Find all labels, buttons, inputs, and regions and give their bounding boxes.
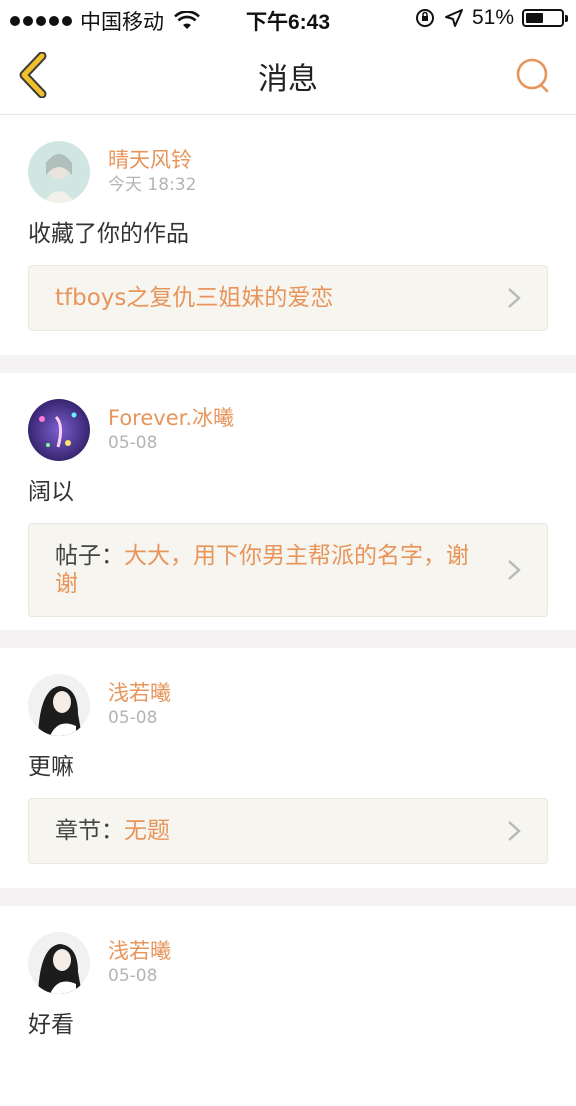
divider bbox=[0, 355, 576, 373]
linked-work-card[interactable]: tfboys之复仇三姐妹的爱恋 bbox=[28, 265, 548, 331]
username[interactable]: Forever.冰曦 bbox=[108, 405, 234, 431]
avatar[interactable] bbox=[28, 141, 90, 203]
linked-post-card[interactable]: 帖子：大大，用下你男主帮派的名字，谢谢 bbox=[28, 523, 548, 617]
avatar[interactable] bbox=[28, 674, 90, 736]
chevron-right-icon bbox=[508, 560, 521, 580]
divider bbox=[0, 630, 576, 648]
timestamp: 05-08 bbox=[108, 708, 158, 728]
username[interactable]: 浅若曦 bbox=[108, 938, 171, 964]
timestamp: 05-08 bbox=[108, 433, 158, 453]
username[interactable]: 晴天风铃 bbox=[108, 147, 196, 173]
battery-icon bbox=[522, 9, 568, 27]
search-icon[interactable] bbox=[514, 56, 552, 94]
orientation-lock-icon bbox=[415, 9, 434, 27]
location-arrow-icon bbox=[444, 9, 463, 27]
list-item: 晴天风铃 今天 18:32 收藏了你的作品 tfboys之复仇三姐妹的爱恋 bbox=[0, 115, 576, 355]
chevron-right-icon bbox=[508, 821, 521, 841]
page-title: 消息 bbox=[258, 62, 318, 97]
avatar[interactable] bbox=[28, 399, 90, 461]
message-text: 好看 bbox=[28, 1012, 74, 1038]
username[interactable]: 浅若曦 bbox=[108, 680, 171, 706]
timestamp: 05-08 bbox=[108, 966, 158, 986]
message-text: 更嘛 bbox=[28, 754, 74, 780]
list-item: 浅若曦 05-08 好看 bbox=[0, 906, 576, 1106]
message-text: 阔以 bbox=[28, 479, 74, 505]
battery-percent: 51% bbox=[471, 6, 514, 29]
navigation-bar: 消息 bbox=[0, 36, 576, 115]
divider bbox=[0, 888, 576, 906]
quote-link[interactable]: 无题 bbox=[124, 818, 170, 844]
list-item: Forever.冰曦 05-08 阔以 帖子：大大，用下你男主帮派的名字，谢谢 bbox=[0, 373, 576, 630]
message-text: 收藏了你的作品 bbox=[28, 221, 189, 247]
status-bar: 中国移动 下午6:43 51% bbox=[0, 0, 576, 36]
linked-chapter-card[interactable]: 章节：无题 bbox=[28, 798, 548, 864]
list-item: 浅若曦 05-08 更嘛 章节：无题 bbox=[0, 648, 576, 888]
avatar[interactable] bbox=[28, 932, 90, 994]
quote-prefix: 帖子： bbox=[55, 543, 124, 569]
chevron-right-icon bbox=[508, 288, 521, 308]
quote-prefix: 章节： bbox=[55, 818, 124, 844]
timestamp: 今天 18:32 bbox=[108, 175, 197, 195]
message-list: 晴天风铃 今天 18:32 收藏了你的作品 tfboys之复仇三姐妹的爱恋 Fo… bbox=[0, 115, 576, 1106]
quote-link[interactable]: tfboys之复仇三姐妹的爱恋 bbox=[55, 285, 333, 311]
